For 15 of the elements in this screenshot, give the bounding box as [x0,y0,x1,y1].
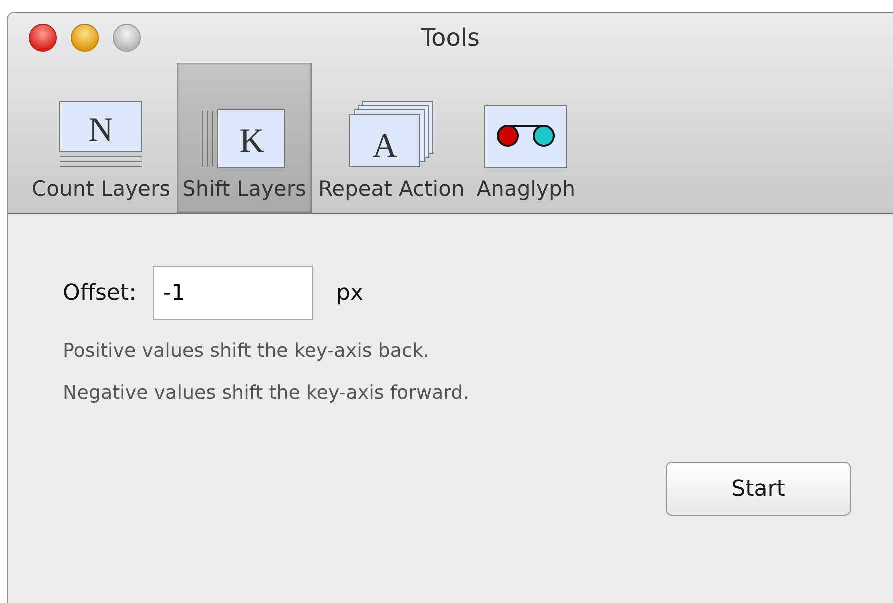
toolbar-button[interactable]: N Count Layers [26,63,177,213]
minimize-button[interactable] [71,24,99,52]
toolbar-button[interactable]: A Repeat Action [312,63,471,213]
hint-text: Positive values shift the key-axis back. [63,340,430,362]
offset-label: Offset: [63,280,137,306]
toolbar-button[interactable]: Anaglyph [470,63,582,213]
glasses-icon [484,105,568,169]
unit-label: px [336,280,364,306]
toolbar-button[interactable]: K Shift Layers [176,63,312,213]
start-button[interactable]: Start [666,462,851,516]
window-title: Tools [420,24,480,52]
zoom-button[interactable] [113,24,141,52]
hint-text: Negative values shift the key-axis forward. [63,382,470,404]
close-button[interactable] [29,24,57,52]
offset-field[interactable]: -1 [152,266,313,320]
